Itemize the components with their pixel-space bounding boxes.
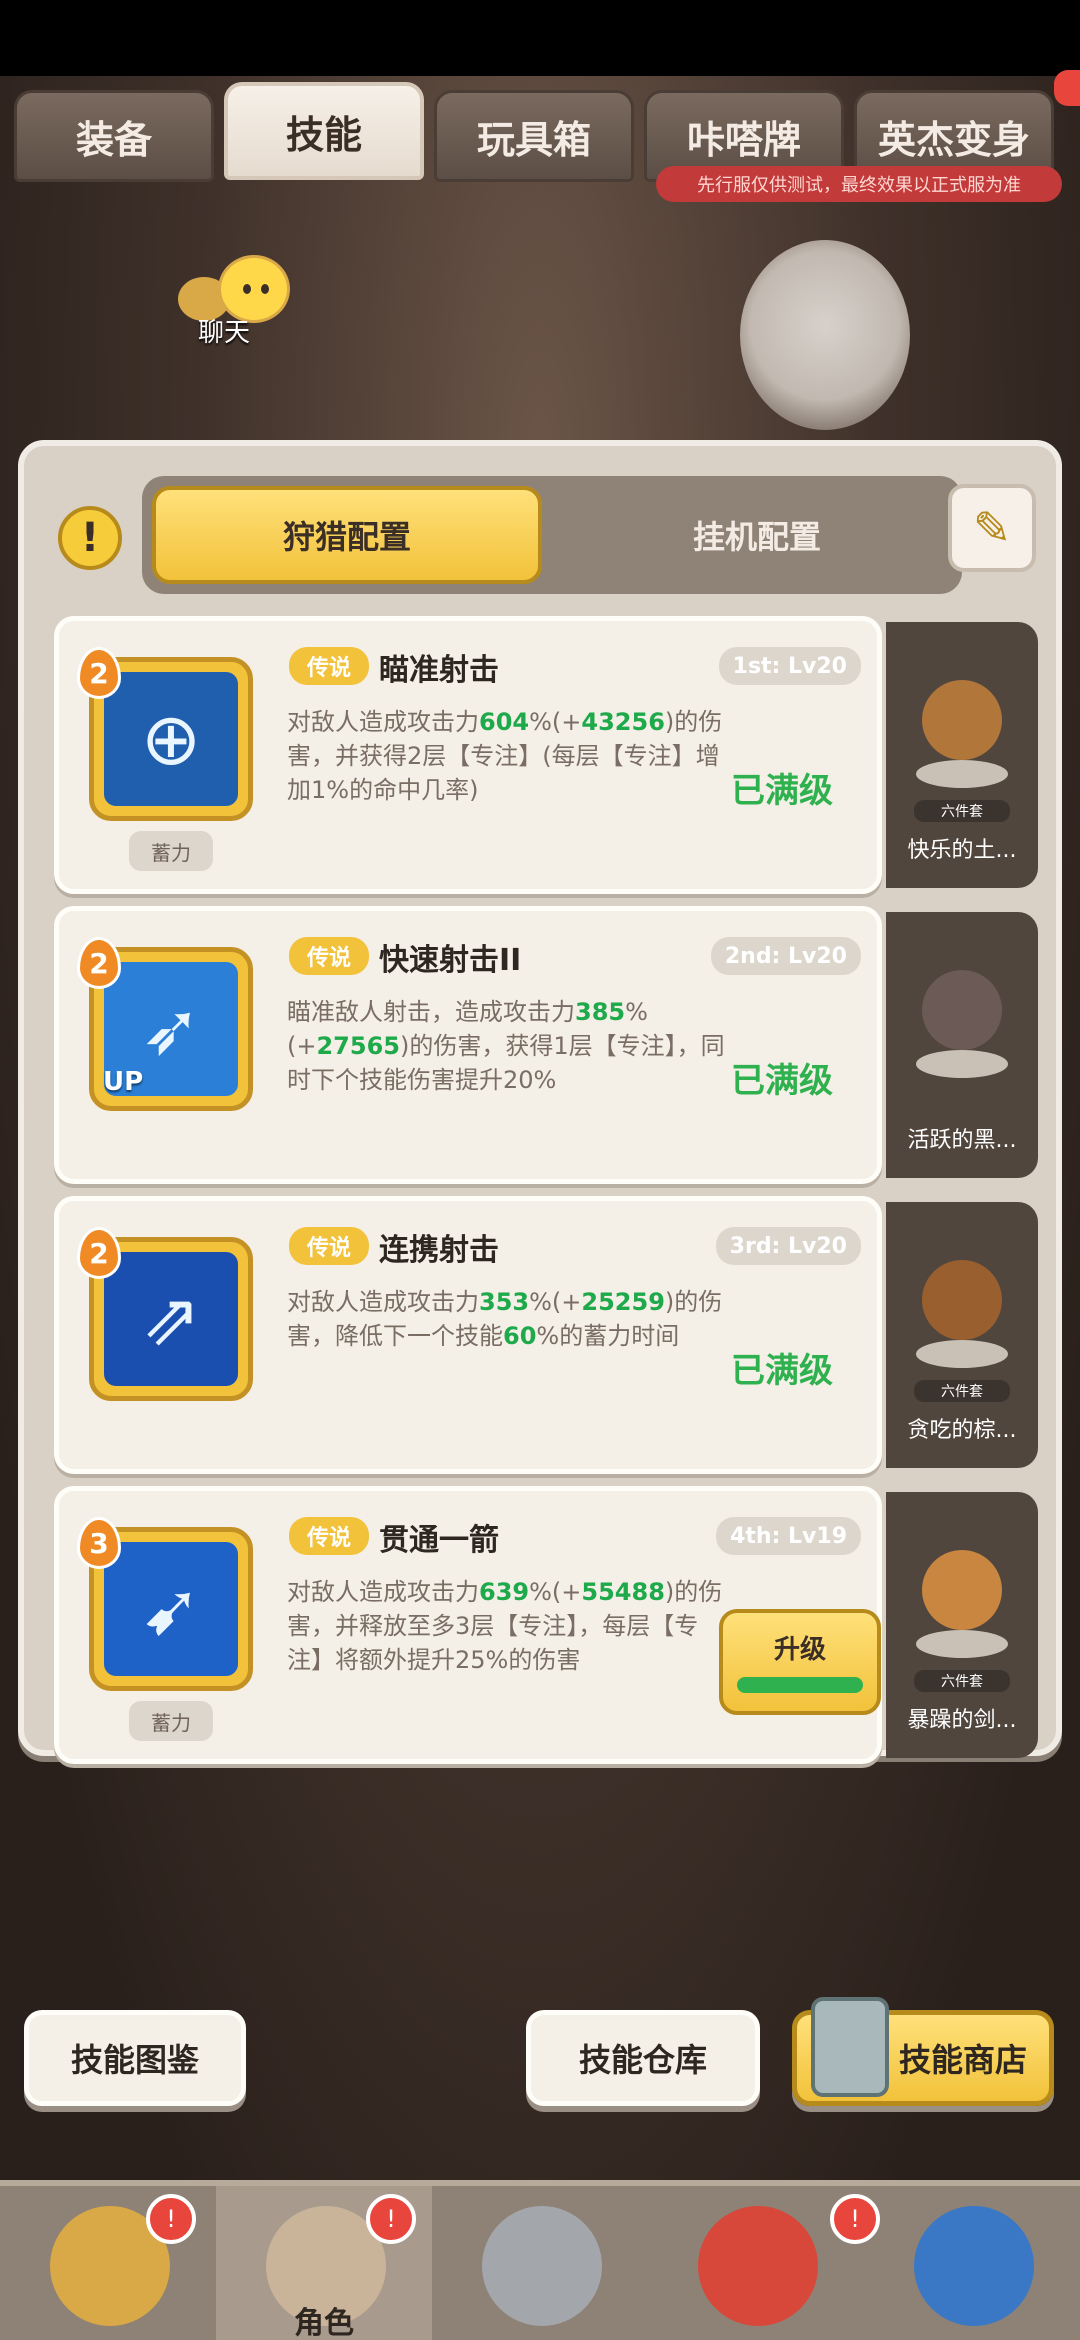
- pet-name: 活跃的黑...: [907, 1128, 1017, 1153]
- pet-name: 快乐的土...: [907, 838, 1017, 863]
- rarity-badge: 传说: [289, 1517, 369, 1555]
- scroll-book-icon[interactable]: ✎: [948, 484, 1036, 572]
- status-bar: [0, 0, 1080, 76]
- rarity-badge: 传说: [289, 937, 369, 975]
- pet-figure: [912, 940, 1012, 1080]
- tab-toybox[interactable]: 玩具箱: [434, 90, 634, 182]
- nav-item-hero[interactable]: !: [0, 2186, 216, 2340]
- skill-row: ⊕ 2 蓄力 传说 瞄准射击 1st: Lv20 对敌人造成攻击力604%(+4…: [40, 616, 1040, 894]
- skill-description: 对敌人造成攻击力639%(+55488)的伤害，并释放至多3层【专注】，每层【专…: [287, 1578, 723, 1674]
- skill-card[interactable]: ➹ 3 蓄力 传说 贯通一箭 4th: Lv19 对敌人造成攻击力639%(+5…: [54, 1486, 882, 1764]
- nav-role-label: 角色: [294, 2306, 354, 2340]
- triple-arrow-icon: ⇗: [104, 1252, 238, 1386]
- pet-figure: [912, 1230, 1012, 1370]
- skill-level-badge: 3: [77, 1517, 121, 1569]
- eye-icon: [243, 284, 251, 294]
- pet-icon: [922, 680, 1002, 760]
- pet-slot[interactable]: 六件套 贪吃的棕...: [886, 1202, 1038, 1468]
- nav-item-portal[interactable]: [864, 2186, 1080, 2340]
- config-toggle: 狩猎配置 挂机配置: [142, 476, 962, 594]
- skill-name: 快速射击II: [379, 943, 522, 978]
- sword-stone-icon: [482, 2206, 602, 2326]
- idle-config-button[interactable]: 挂机配置: [562, 486, 952, 584]
- skill-row: ➶ 2 UP 传说 快速射击II 2nd: Lv20 瞄准敌人射击，造成攻击力3…: [40, 906, 1040, 1184]
- bell-icon: !: [146, 2194, 196, 2244]
- chat-label: 聊天: [198, 318, 251, 348]
- piercing-arrow-icon: ➹: [104, 1542, 238, 1676]
- pet-name: 贪吃的棕...: [907, 1418, 1017, 1443]
- skill-row: ➹ 3 蓄力 传说 贯通一箭 4th: Lv19 对敌人造成攻击力639%(+5…: [40, 1486, 1040, 1764]
- skill-description: 对敌人造成攻击力604%(+43256)的伤害，并获得2层【专注】(每层【专注】…: [287, 708, 723, 804]
- pet-icon: [922, 1550, 1002, 1630]
- skill-level-badge: 2: [77, 937, 121, 989]
- pet-slot[interactable]: 六件套 快乐的土...: [886, 622, 1038, 888]
- skill-slot-level: 4th: Lv19: [716, 1517, 861, 1555]
- eye-icon: [261, 284, 269, 294]
- skill-name: 连携射击: [379, 1233, 499, 1268]
- pet-icon: [922, 970, 1002, 1050]
- hunt-config-button[interactable]: 狩猎配置: [152, 486, 542, 584]
- shop-stone-icon: [811, 1997, 889, 2097]
- nav-item-battle[interactable]: [432, 2186, 648, 2340]
- tab-skills[interactable]: 技能: [224, 82, 424, 180]
- pet-icon: [922, 1260, 1002, 1340]
- rarity-badge: 传说: [289, 1227, 369, 1265]
- pet-name: 暴躁的剑...: [907, 1708, 1017, 1733]
- max-level-label: 已满级: [731, 1061, 833, 1101]
- tab-equipment[interactable]: 装备: [14, 90, 214, 182]
- skill-description: 对敌人造成攻击力353%(+25259)的伤害，降低下一个技能60%的蓄力时间: [287, 1288, 723, 1350]
- upgrade-progress-bar: [737, 1677, 863, 1693]
- skill-shop-button[interactable]: 技能商店: [792, 1997, 1054, 2106]
- skill-name: 瞄准射击: [379, 653, 499, 688]
- nav-item-role[interactable]: ! 角色: [216, 2186, 432, 2340]
- skill-slot-level: 1st: Lv20: [718, 647, 861, 685]
- bottom-nav: ! ! 角色 !: [0, 2180, 1080, 2340]
- set-tag: 六件套: [914, 1670, 1010, 1692]
- skill-slot-level: 2nd: Lv20: [710, 937, 861, 975]
- charge-tag: 蓄力: [129, 1701, 213, 1741]
- skull-decoration: [740, 240, 910, 430]
- upgrade-tag: UP: [103, 1067, 144, 1097]
- skill-list: ⊕ 2 蓄力 传说 瞄准射击 1st: Lv20 对敌人造成攻击力604%(+4…: [40, 616, 1040, 1776]
- pet-slot[interactable]: 活跃的黑...: [886, 912, 1038, 1178]
- skill-slot-level: 3rd: Lv20: [715, 1227, 861, 1265]
- nav-item-pet[interactable]: !: [648, 2186, 880, 2340]
- test-server-notice: 先行服仅供测试，最终效果以正式服为准: [656, 166, 1062, 202]
- skill-description: 瞄准敌人射击，造成攻击力385%(+27565)的伤害，获得1层【专注】，同时下…: [287, 998, 725, 1094]
- skill-row: ⇗ 2 传说 连携射击 3rd: Lv20 对敌人造成攻击力353%(+2525…: [40, 1196, 1040, 1474]
- skill-card[interactable]: ⊕ 2 蓄力 传说 瞄准射击 1st: Lv20 对敌人造成攻击力604%(+4…: [54, 616, 882, 894]
- skill-codex-button[interactable]: 技能图鉴: [24, 2010, 246, 2106]
- portal-icon: [914, 2206, 1034, 2326]
- skill-card[interactable]: ⇗ 2 传说 连携射击 3rd: Lv20 对敌人造成攻击力353%(+2525…: [54, 1196, 882, 1474]
- upgrade-label: 升级: [773, 1635, 826, 1665]
- pet-figure: [912, 1520, 1012, 1660]
- skill-warehouse-button[interactable]: 技能仓库: [526, 2010, 760, 2106]
- bell-icon: !: [366, 2194, 416, 2244]
- info-icon[interactable]: !: [58, 506, 122, 570]
- crosshair-icon: ⊕: [104, 672, 238, 806]
- skills-panel: ! 狩猎配置 挂机配置 ✎ ⊕ 2 蓄力 传说 瞄准射击 1st: Lv20 对…: [18, 440, 1062, 1764]
- max-level-label: 已满级: [731, 1351, 833, 1391]
- skill-card[interactable]: ➶ 2 UP 传说 快速射击II 2nd: Lv20 瞄准敌人射击，造成攻击力3…: [54, 906, 882, 1184]
- skill-name: 贯通一箭: [379, 1523, 499, 1558]
- skill-shop-label: 技能商店: [898, 2041, 1027, 2079]
- max-level-label: 已满级: [731, 771, 833, 811]
- set-tag: 六件套: [914, 1380, 1010, 1402]
- dragon-icon: [698, 2206, 818, 2326]
- charge-tag: 蓄力: [129, 831, 213, 871]
- upgrade-button[interactable]: 升级: [719, 1609, 881, 1715]
- rarity-badge: 传说: [289, 647, 369, 685]
- pet-slot[interactable]: 六件套 暴躁的剑...: [886, 1492, 1038, 1758]
- skill-level-badge: 2: [77, 647, 121, 699]
- pet-figure: [912, 650, 1012, 790]
- set-tag: 六件套: [914, 800, 1010, 822]
- skill-level-badge: 2: [77, 1227, 121, 1279]
